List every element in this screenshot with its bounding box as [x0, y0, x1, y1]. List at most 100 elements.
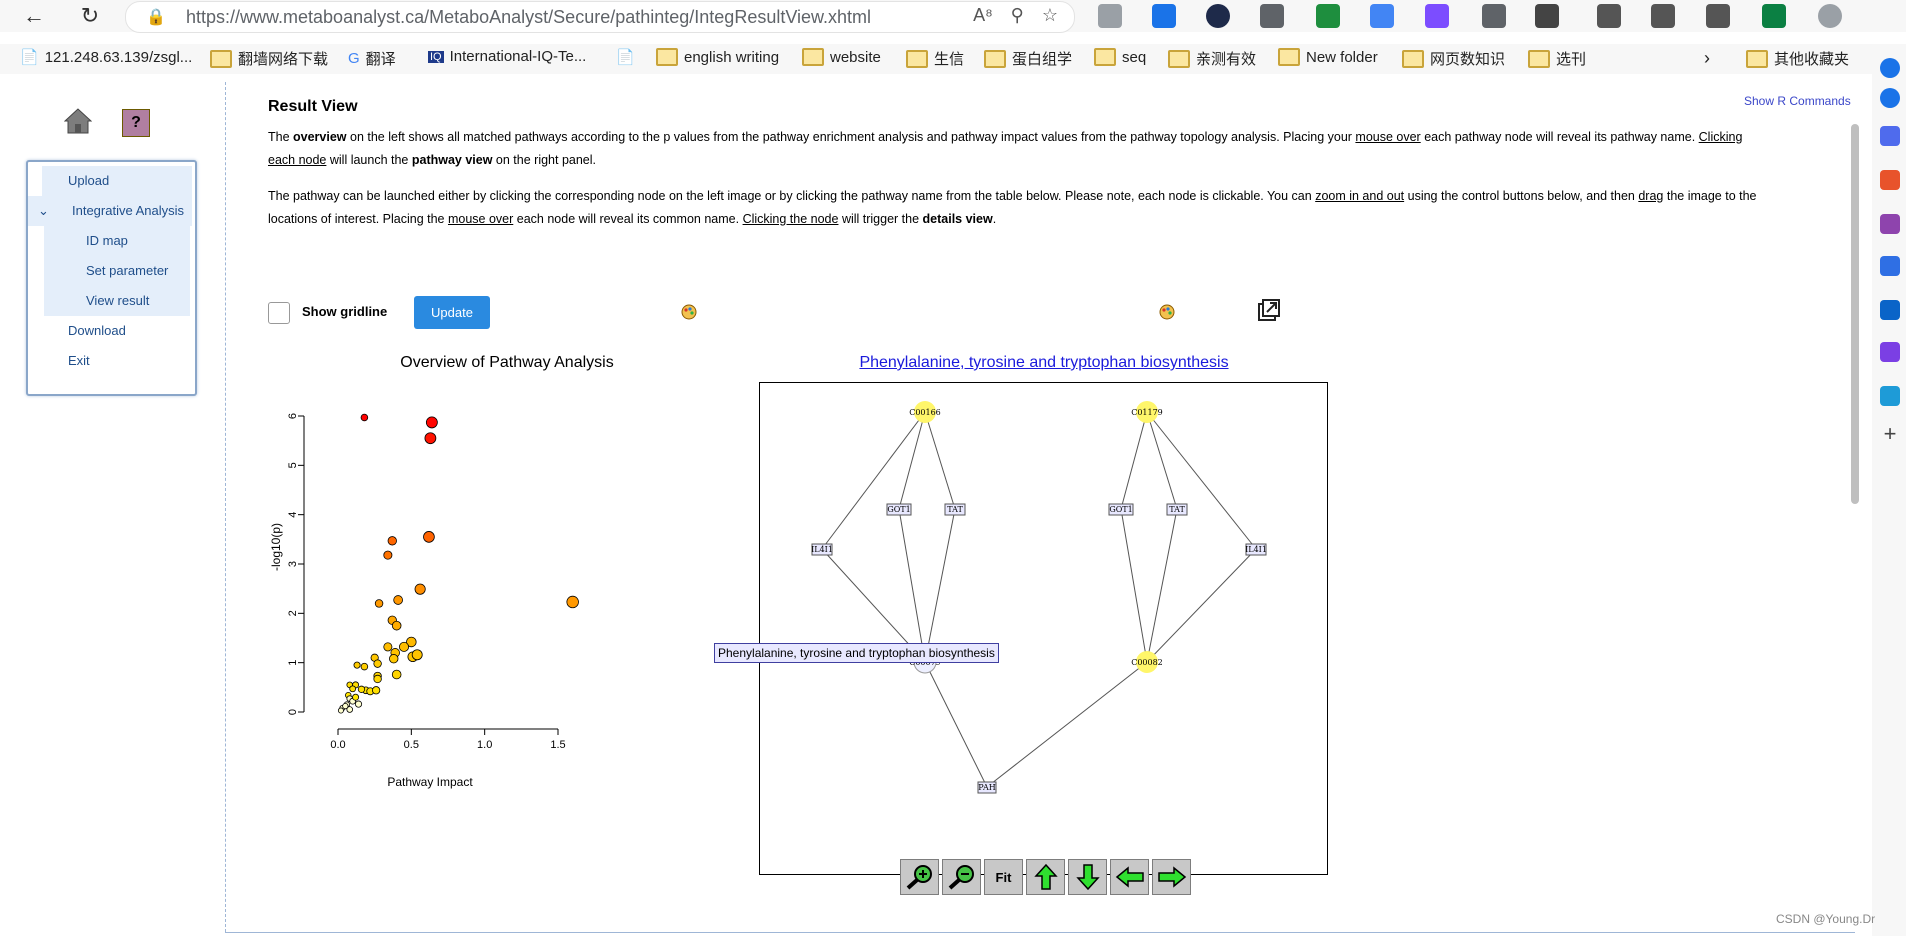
gene-node[interactable]: TAT [1166, 503, 1188, 516]
scatter-point[interactable] [391, 620, 402, 631]
scatter-point[interactable] [414, 583, 426, 595]
split-screen-icon[interactable] [1597, 4, 1621, 28]
extension-icon[interactable] [1425, 4, 1449, 28]
show-gridline-checkbox[interactable] [268, 302, 290, 324]
scrollbar-thumb[interactable] [1851, 124, 1859, 504]
extension-icon[interactable] [1260, 4, 1284, 28]
scatter-point[interactable] [424, 432, 437, 445]
scatter-point[interactable] [391, 669, 402, 680]
people-icon[interactable] [1880, 214, 1900, 234]
other-bookmarks[interactable]: 其他收藏夹 [1746, 48, 1849, 69]
gene-node[interactable]: TAT [944, 503, 966, 516]
extension-icon[interactable] [1206, 4, 1230, 28]
scatter-point[interactable] [425, 416, 438, 429]
zoom-icon[interactable]: ⚲ [1011, 5, 1024, 26]
scatter-point[interactable] [372, 686, 381, 695]
outlook-icon[interactable] [1880, 300, 1900, 320]
extension-icon[interactable] [1762, 4, 1786, 28]
extension-icon[interactable] [1482, 4, 1506, 28]
read-aloud-icon[interactable]: A⁸ [973, 5, 993, 26]
bookmark-item[interactable]: english writing [656, 48, 779, 66]
extension-icon[interactable] [1152, 4, 1176, 28]
open-external-icon[interactable] [1257, 298, 1281, 322]
scatter-point[interactable] [383, 642, 393, 652]
bookmark-item[interactable]: G 翻译 [348, 48, 396, 69]
pathway-network[interactable]: C00166 C01179 GOT1 TAT GOT1 TAT IL4I1 IL… [759, 382, 1328, 882]
scatter-point[interactable] [353, 661, 361, 669]
profile-avatar-icon[interactable] [1818, 4, 1842, 28]
favorites-icon[interactable] [1651, 4, 1675, 28]
chart-points[interactable] [337, 413, 579, 714]
menu-item-id-map[interactable]: ID map [44, 226, 190, 256]
compound-node[interactable]: C00082 [1131, 651, 1163, 673]
chevron-right-icon[interactable]: › [1704, 48, 1710, 69]
pan-up-button[interactable] [1026, 859, 1065, 895]
translate-icon[interactable] [1370, 4, 1394, 28]
scatter-point[interactable] [360, 662, 369, 671]
scatter-point[interactable] [352, 693, 360, 701]
scatter-point[interactable] [398, 641, 410, 652]
update-button[interactable]: Update [414, 296, 490, 329]
scatter-point[interactable] [389, 654, 399, 664]
pathway-title-link[interactable]: Phenylalanine, tyrosine and tryptophan b… [760, 354, 1328, 372]
pan-down-button[interactable] [1068, 859, 1107, 895]
zoom-in-button[interactable] [900, 859, 939, 895]
show-r-commands-link[interactable]: Show R Commands [1744, 94, 1851, 108]
refresh-icon[interactable]: ↻ [76, 2, 104, 30]
bookmark-item[interactable]: seq [1094, 48, 1146, 66]
bookmark-item[interactable]: IQ International-IQ-Te... [428, 48, 586, 65]
scatter-point[interactable] [373, 659, 382, 668]
compound-node[interactable]: C00166 [909, 401, 941, 423]
scatter-point[interactable] [393, 595, 403, 605]
scatter-point[interactable] [360, 413, 369, 422]
scatter-point[interactable] [349, 685, 357, 693]
bookmark-item[interactable]: website [802, 48, 881, 66]
menu-item-integrative-analysis[interactable]: ⌄ Integrative Analysis [28, 196, 192, 226]
pan-left-button[interactable] [1110, 859, 1149, 895]
designer-icon[interactable] [1880, 342, 1900, 362]
zoom-out-button[interactable] [942, 859, 981, 895]
bookmark-item[interactable]: 📄 121.248.63.139/zsgl... [20, 48, 192, 67]
scatter-point[interactable] [373, 674, 382, 684]
tag-icon[interactable] [1880, 126, 1900, 146]
office-icon[interactable] [1880, 256, 1900, 276]
collections-icon[interactable] [1706, 4, 1730, 28]
send-icon[interactable] [1880, 386, 1900, 406]
menu-item-exit[interactable]: Exit [42, 346, 192, 376]
palette-icon[interactable] [1159, 304, 1175, 320]
menu-item-download[interactable]: Download [42, 316, 192, 346]
network-nodes[interactable]: C00166 C01179 GOT1 TAT GOT1 TAT IL4I1 IL… [811, 401, 1267, 794]
scatter-point[interactable] [383, 550, 393, 560]
address-bar[interactable]: 🔒 https://www.metaboanalyst.ca/MetaboAna… [125, 1, 1075, 33]
bookmark-item[interactable]: 蛋白组学 [984, 48, 1072, 69]
scatter-point[interactable] [387, 536, 397, 546]
extensions-icon[interactable] [1535, 4, 1559, 28]
bookmark-item[interactable]: 生信 [906, 48, 964, 69]
menu-item-set-parameter[interactable]: Set parameter [44, 256, 190, 286]
page-scrollbar[interactable] [1848, 112, 1862, 912]
extension-icon[interactable] [1316, 4, 1340, 28]
scatter-point[interactable] [566, 595, 579, 609]
menu-item-upload[interactable]: Upload [42, 166, 192, 196]
pathway-overview-scatter[interactable]: 0.0 0.5 1.0 1.5 0 1 2 3 4 5 6 Pathway Impact -log1… [262, 382, 712, 822]
scatter-point[interactable] [423, 531, 435, 543]
gene-node[interactable]: IL4I1 [811, 543, 833, 556]
add-icon[interactable]: + [1880, 423, 1900, 445]
compound-node[interactable]: C01179 [1131, 401, 1163, 423]
briefcase-icon[interactable] [1880, 170, 1900, 190]
extension-icon[interactable] [1098, 4, 1122, 28]
gene-node[interactable]: IL4I1 [1245, 543, 1267, 556]
home-icon[interactable] [64, 108, 92, 134]
back-icon[interactable]: ← [20, 2, 48, 30]
scatter-point[interactable] [374, 599, 384, 608]
menu-item-view-result[interactable]: View result [44, 286, 190, 316]
notification-icon[interactable] [1880, 58, 1900, 78]
bookmark-item[interactable]: 网页数知识 [1402, 48, 1505, 69]
gene-node[interactable]: PAH [977, 781, 997, 794]
scatter-point[interactable] [346, 706, 354, 713]
palette-icon[interactable] [681, 304, 697, 320]
scatter-point[interactable] [354, 700, 363, 708]
pan-right-button[interactable] [1152, 859, 1191, 895]
scatter-point[interactable] [411, 649, 423, 661]
bookmark-item[interactable]: 📄 [616, 48, 635, 66]
